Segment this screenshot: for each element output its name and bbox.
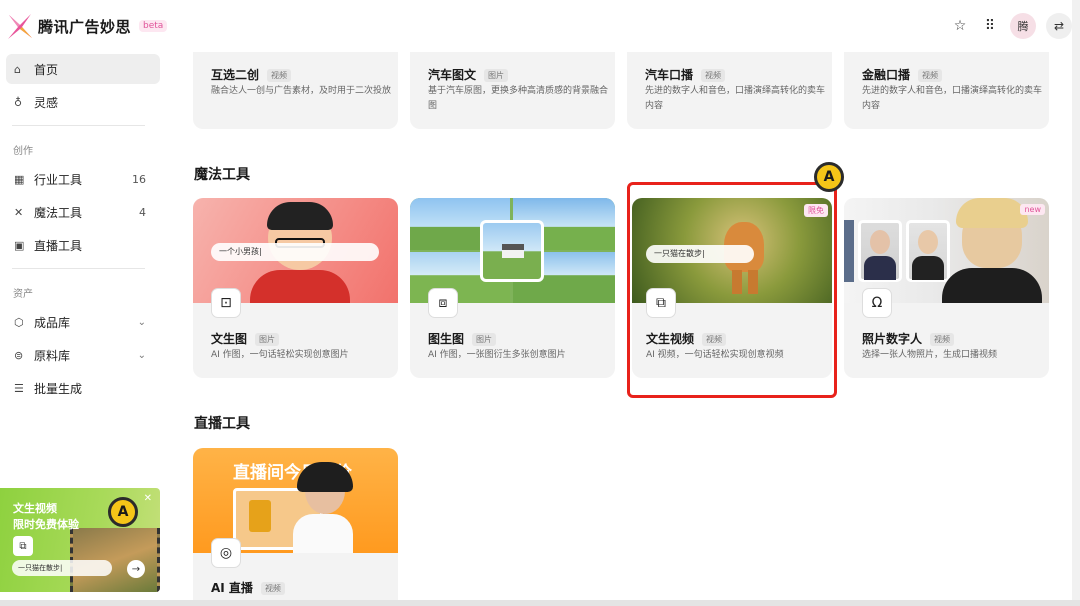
tag: 视频 bbox=[918, 69, 943, 82]
section-title-magic: 魔法工具 bbox=[194, 167, 250, 183]
tool-card-image-to-image[interactable]: ⧈ 图生图 图片 AI 作图，一张图衍生多张创意图片 bbox=[410, 198, 615, 378]
card-title: 互选二创 视频 bbox=[211, 66, 292, 83]
section-title-live: 直播工具 bbox=[194, 416, 250, 432]
tag: 图片 bbox=[255, 333, 280, 346]
count-badge: 4 bbox=[139, 205, 146, 219]
card-desc: 先进的数字人和音色，口播演绎高转化的卖车内容 bbox=[645, 86, 826, 111]
highlight-box bbox=[627, 182, 837, 398]
top-header: 腾讯广告妙思 beta ☆ ⠿ 腾 ⇄ bbox=[0, 0, 1080, 52]
logo-mark-icon bbox=[8, 14, 32, 39]
live-icon: ▣ bbox=[14, 238, 25, 252]
card-title: 汽车口播 视频 bbox=[645, 66, 726, 83]
home-icon: ⌂ bbox=[14, 62, 21, 76]
image-image-icon: ⧈ bbox=[428, 288, 458, 318]
marker-badge: A bbox=[814, 162, 844, 192]
sidebar-item-label: 魔法工具 bbox=[34, 205, 83, 220]
card-title: 文生图 图片 bbox=[211, 330, 280, 347]
tag: 视频 bbox=[701, 69, 726, 82]
bottom-bar bbox=[0, 600, 1080, 606]
text-image-icon: ⊡ bbox=[211, 288, 241, 318]
sidebar-item-label: 直播工具 bbox=[34, 238, 83, 253]
beta-badge: beta bbox=[139, 20, 168, 32]
video-icon: ⧉ bbox=[13, 536, 33, 556]
grid-icon: ▦ bbox=[14, 172, 25, 186]
divider bbox=[12, 125, 145, 126]
close-icon[interactable]: ✕ bbox=[144, 493, 152, 504]
divider bbox=[12, 268, 145, 269]
card-desc: AI 作图，一句话轻松实现创意图片 bbox=[211, 350, 349, 360]
marker-badge: A bbox=[108, 497, 138, 527]
sidebar-item-industry-tools[interactable]: ▦ 行业工具 16 bbox=[6, 164, 160, 194]
tool-card-huxuan[interactable]: 互选二创 视频 融合达人一创与广告素材，及时用于二次投放 bbox=[193, 52, 398, 129]
card-desc: 融合达人一创与广告素材，及时用于二次投放 bbox=[211, 86, 392, 96]
sidebar-item-inspiration[interactable]: ♁ 灵感 bbox=[6, 87, 160, 117]
lightbulb-icon: ♁ bbox=[14, 95, 23, 109]
card-title: AI 直播 视频 bbox=[211, 579, 285, 596]
new-badge: new bbox=[1020, 204, 1045, 215]
swap-icon[interactable]: ⇄ bbox=[1046, 13, 1072, 39]
tag: 视频 bbox=[267, 69, 292, 82]
chevron-down-icon: ⌄ bbox=[137, 349, 146, 361]
sidebar-item-label: 灵感 bbox=[34, 95, 59, 110]
sidebar-item-batch[interactable]: ☰ 批量生成 bbox=[6, 373, 160, 403]
arrow-right-icon[interactable]: → bbox=[127, 560, 145, 578]
magic-wand-icon: ✕ bbox=[14, 205, 24, 219]
count-badge: 16 bbox=[132, 172, 146, 186]
sidebar-item-live-tools[interactable]: ▣ 直播工具 bbox=[6, 230, 160, 260]
card-desc: 先进的数字人和音色，口播演绎高转化的卖车内容 bbox=[862, 86, 1043, 111]
sidebar-item-product-lib[interactable]: ⬡ 成品库 ⌄ bbox=[6, 307, 160, 337]
scrollbar[interactable] bbox=[1072, 0, 1080, 606]
brand-name: 腾讯广告妙思 bbox=[38, 17, 132, 36]
library-icon: ⊜ bbox=[14, 348, 24, 362]
tool-card-text-to-image[interactable]: 一个小男孩| ⊡ 文生图 图片 AI 作图，一句话轻松实现创意图片 bbox=[193, 198, 398, 378]
card-title: 图生图 图片 bbox=[428, 330, 497, 347]
box-icon: ⬡ bbox=[14, 315, 24, 329]
sidebar-item-label: 首页 bbox=[34, 62, 59, 77]
tool-card-ai-live[interactable]: 直播间今日特价 ◎ AI 直播 视频 bbox=[193, 448, 398, 606]
list-icon: ☰ bbox=[14, 381, 24, 395]
chevron-down-icon: ⌄ bbox=[137, 316, 146, 328]
card-title: 汽车图文 图片 bbox=[428, 66, 509, 83]
tag: 图片 bbox=[484, 69, 509, 82]
promo-prompt: 一只猫在散步| bbox=[12, 560, 112, 576]
promo-title: 文生视频 bbox=[13, 502, 57, 515]
tag: 视频 bbox=[930, 333, 955, 346]
card-desc: AI 作图，一张图衍生多张创意图片 bbox=[428, 350, 566, 360]
sidebar-item-label: 原料库 bbox=[34, 348, 71, 363]
prompt-box: 一个小男孩| bbox=[211, 243, 379, 261]
tag: 图片 bbox=[472, 333, 497, 346]
tool-card-photo-digital-human[interactable]: new Ω 照片数字人 视频 选择一张人物照片，生成口播视频 bbox=[844, 198, 1049, 378]
sidebar-item-magic-tools[interactable]: ✕ 魔法工具 4 bbox=[6, 197, 160, 227]
tag: 视频 bbox=[260, 582, 285, 595]
sidebar-item-label: 批量生成 bbox=[34, 381, 83, 396]
tool-card-car-oral[interactable]: 汽车口播 视频 先进的数字人和音色，口播演绎高转化的卖车内容 bbox=[627, 52, 832, 129]
sidebar-item-label: 成品库 bbox=[34, 315, 71, 330]
section-label-assets: 资产 bbox=[13, 289, 33, 300]
promo-subtitle: 限时免费体验 bbox=[13, 518, 79, 531]
avatar[interactable]: 腾 bbox=[1010, 13, 1036, 39]
grid-icon[interactable]: ⠿ bbox=[980, 16, 1000, 36]
card-title: 金融口播 视频 bbox=[862, 66, 943, 83]
card-desc: 基于汽车原图，更换多种高清质感的背景融合图 bbox=[428, 86, 609, 111]
section-label-create: 创作 bbox=[13, 146, 33, 157]
sidebar-item-label: 行业工具 bbox=[34, 172, 83, 187]
brand-logo[interactable]: 腾讯广告妙思 beta bbox=[6, 12, 168, 40]
card-title: 照片数字人 视频 bbox=[862, 330, 955, 347]
sidebar-item-home[interactable]: ⌂ 首页 bbox=[6, 54, 160, 84]
tool-card-car-image[interactable]: 汽车图文 图片 基于汽车原图，更换多种高清质感的背景融合图 bbox=[410, 52, 615, 129]
card-desc: 选择一张人物照片，生成口播视频 bbox=[862, 350, 998, 360]
tool-card-finance-oral[interactable]: 金融口播 视频 先进的数字人和音色，口播演绎高转化的卖车内容 bbox=[844, 52, 1049, 129]
live-icon: ◎ bbox=[211, 538, 241, 568]
sidebar-item-material-lib[interactable]: ⊜ 原料库 ⌄ bbox=[6, 340, 160, 370]
star-icon[interactable]: ☆ bbox=[950, 16, 970, 36]
digital-human-icon: Ω bbox=[862, 288, 892, 318]
